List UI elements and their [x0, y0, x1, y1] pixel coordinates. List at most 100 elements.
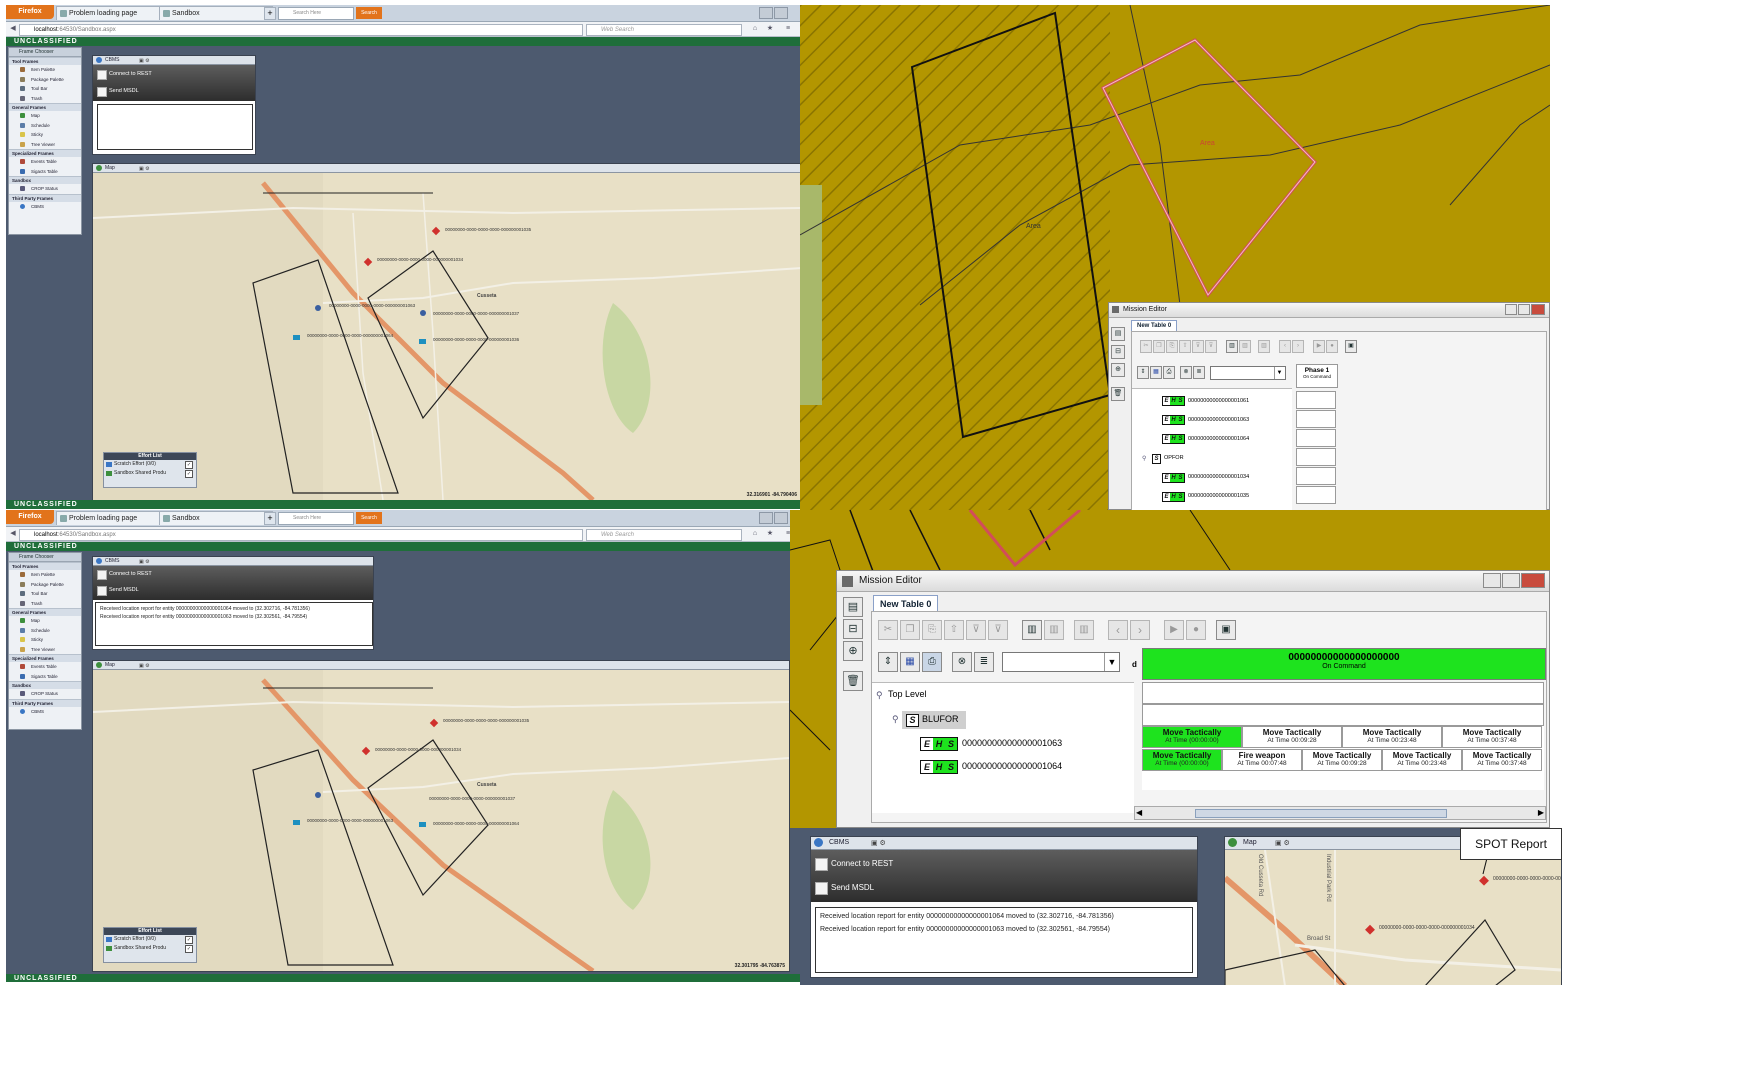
- stack-icon[interactable]: ≣: [974, 652, 994, 672]
- cut-icon[interactable]: ✂: [878, 620, 898, 640]
- mission-task-cell[interactable]: Fire weapon At Time 00:07:48: [1222, 749, 1302, 771]
- doc-icon[interactable]: ⎙: [1163, 366, 1175, 379]
- doc-icon[interactable]: ⎙: [922, 652, 942, 672]
- chooser-item[interactable]: Events Table: [9, 157, 81, 167]
- minimize-icon[interactable]: [759, 512, 773, 524]
- chooser-category[interactable]: General Frames: [9, 103, 81, 111]
- grid-cell[interactable]: [1296, 467, 1336, 485]
- column-icon[interactable]: ▥: [1239, 340, 1251, 353]
- open-icon[interactable]: ⊟: [1111, 345, 1125, 359]
- connect-rest-row[interactable]: Connect to REST: [93, 568, 373, 580]
- send-msdl-row[interactable]: Send MSDL: [93, 584, 373, 596]
- mission-task-cell[interactable]: Move Tactically At Time (00:00:00): [1142, 726, 1242, 748]
- maximize-icon[interactable]: [1518, 304, 1530, 315]
- align-icon[interactable]: ⇕: [1137, 366, 1149, 379]
- grid-icon[interactable]: ▦: [900, 652, 920, 672]
- column-icon[interactable]: ▥: [1258, 340, 1270, 353]
- align-icon[interactable]: ⇕: [878, 652, 898, 672]
- chooser-item[interactable]: Schedule: [9, 121, 81, 131]
- send-msdl-checkbox[interactable]: [97, 87, 107, 97]
- record-icon[interactable]: ●: [1186, 620, 1206, 640]
- prev-icon[interactable]: ‹: [1108, 620, 1128, 640]
- next-icon[interactable]: ›: [1292, 340, 1304, 353]
- entity-marker[interactable]: [431, 226, 441, 236]
- chooser-category[interactable]: Third Party Frames: [9, 698, 81, 707]
- grid-icon[interactable]: ▦: [1150, 366, 1162, 379]
- next-icon[interactable]: ›: [1130, 620, 1150, 640]
- mission-task-cell[interactable]: Move Tactically At Time 00:37:48: [1442, 726, 1542, 748]
- send-msdl-checkbox[interactable]: [815, 882, 828, 895]
- map-canvas[interactable]: 00000000-0000-0000-0000-000000001035 000…: [93, 173, 800, 500]
- entity-marker[interactable]: [1365, 924, 1375, 935]
- close-icon[interactable]: [1521, 573, 1545, 588]
- new-table-icon[interactable]: ▤: [1111, 327, 1125, 341]
- filter-icon[interactable]: ⊽: [1192, 340, 1204, 353]
- table-icon[interactable]: ▥: [1226, 340, 1238, 353]
- send-msdl-row[interactable]: Send MSDL: [93, 85, 255, 97]
- tab-new-table[interactable]: New Table 0: [873, 595, 939, 612]
- home-icon[interactable]: ⌂: [751, 25, 759, 33]
- scroll-thumb[interactable]: [1195, 809, 1447, 818]
- grid-cell[interactable]: [1296, 391, 1336, 409]
- cbms-frame-header[interactable]: CBMS ▣ ⚙: [93, 56, 255, 65]
- browser-tab[interactable]: Sandbox: [159, 6, 273, 20]
- chooser-category[interactable]: Specialized Frames: [9, 149, 81, 157]
- frame-controls[interactable]: ▣ ⚙: [139, 558, 150, 566]
- chooser-item[interactable]: Sigacts Table: [9, 672, 81, 682]
- chooser-category[interactable]: Specialized Frames: [9, 654, 81, 662]
- open-icon[interactable]: ⊟: [843, 619, 863, 639]
- chooser-item[interactable]: Schedule: [9, 626, 81, 636]
- connect-rest-checkbox[interactable]: [97, 570, 107, 580]
- new-table-icon[interactable]: ▤: [843, 597, 863, 617]
- copy-icon[interactable]: ❐: [900, 620, 920, 640]
- minimize-icon[interactable]: [1483, 573, 1501, 588]
- map-frame-header[interactable]: Map ▣ ⚙: [93, 164, 800, 173]
- new-tab-button[interactable]: +: [264, 7, 276, 20]
- computer-icon[interactable]: ▣: [1345, 340, 1357, 353]
- filter-dropdown[interactable]: ▼: [1210, 366, 1286, 380]
- send-msdl-checkbox[interactable]: [97, 586, 107, 596]
- mission-task-cell[interactable]: Move Tactically At Time 00:37:48: [1462, 749, 1542, 771]
- chooser-category[interactable]: Sandbox: [9, 176, 81, 184]
- maximize-icon[interactable]: [1502, 573, 1520, 588]
- chooser-category[interactable]: Third Party Frames: [9, 193, 81, 202]
- mission-editor-titlebar[interactable]: Mission Editor: [837, 571, 1549, 592]
- entity-marker[interactable]: [315, 305, 321, 311]
- chooser-category[interactable]: Tool Frames: [9, 57, 81, 65]
- back-icon[interactable]: ◀: [9, 530, 17, 538]
- chooser-item[interactable]: Events Table: [9, 662, 81, 672]
- entity-marker[interactable]: [420, 310, 426, 316]
- scroll-left-icon[interactable]: ◀: [1136, 807, 1142, 819]
- move-up-icon[interactable]: ⇧: [1179, 340, 1191, 353]
- back-icon[interactable]: ◀: [9, 25, 17, 33]
- chooser-category[interactable]: General Frames: [9, 608, 81, 616]
- map-canvas[interactable]: 00000000-0000-0000-0000-000000001035 000…: [93, 670, 789, 971]
- filter-icon[interactable]: ⊽: [966, 620, 986, 640]
- record-icon[interactable]: ●: [1326, 340, 1338, 353]
- chooser-item[interactable]: Sticky: [9, 635, 81, 645]
- maximize-icon[interactable]: [774, 7, 788, 19]
- grid-cell[interactable]: [1296, 486, 1336, 504]
- effort-checkbox[interactable]: ✓: [185, 470, 193, 478]
- url-field[interactable]: localhost:64530/Sandbox.aspx: [19, 529, 583, 541]
- map-frame-header[interactable]: Map ▣ ⚙: [93, 661, 789, 670]
- grid-cell[interactable]: [1296, 410, 1336, 428]
- target-icon[interactable]: ⊕: [843, 641, 863, 661]
- mission-task-cell[interactable]: Move Tactically At Time 00:09:28: [1302, 749, 1382, 771]
- frame-controls[interactable]: ▣ ⚙: [139, 165, 150, 173]
- entity-marker[interactable]: [363, 257, 373, 267]
- chooser-item[interactable]: Package Palette: [9, 75, 81, 85]
- trash-icon[interactable]: 🗑: [843, 671, 863, 691]
- chooser-item[interactable]: Map: [9, 616, 81, 626]
- mission-editor-titlebar[interactable]: Mission Editor: [1109, 303, 1549, 318]
- send-msdl-row[interactable]: Send MSDL: [811, 880, 1197, 896]
- computer-icon[interactable]: ▣: [1216, 620, 1236, 640]
- url-field[interactable]: localhost:64530/Sandbox.aspx: [19, 24, 583, 36]
- cbms-frame-header[interactable]: CBMS ▣ ⚙: [93, 557, 373, 566]
- firefox-menu-button[interactable]: Firefox: [6, 5, 54, 19]
- chooser-item[interactable]: CBMS: [9, 202, 81, 212]
- minimize-icon[interactable]: [759, 7, 773, 19]
- bookmark-icon[interactable]: ★: [766, 25, 774, 33]
- firefox-menu-button[interactable]: Firefox: [6, 510, 54, 524]
- search-input[interactable]: Search Here: [278, 7, 354, 20]
